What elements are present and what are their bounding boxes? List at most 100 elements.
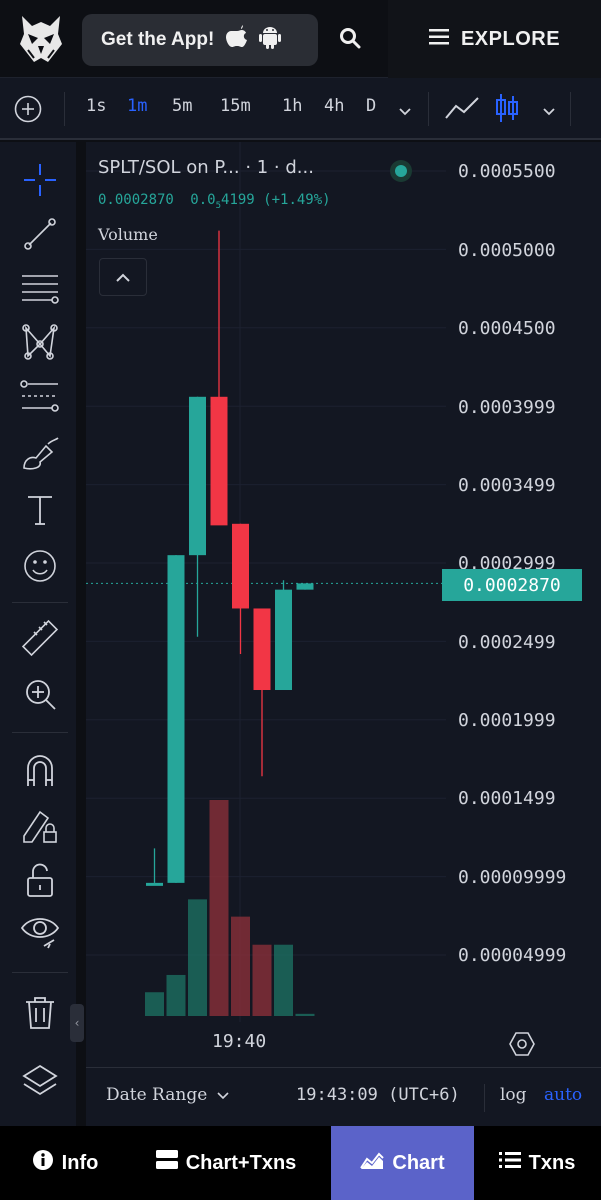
nav-chart-txns-label: Chart+Txns [185, 1151, 297, 1174]
text-tool-icon[interactable] [18, 488, 62, 532]
tools-divider [12, 602, 68, 603]
timeframe-4h[interactable]: 4h [324, 96, 344, 116]
timeframe-1s[interactable]: 1s [86, 96, 106, 116]
nav-info-label: Info [61, 1151, 99, 1174]
collapse-legend-button[interactable] [99, 258, 147, 296]
symbol-title[interactable]: SPLT/SOL on P... · 1 · d... [98, 157, 314, 178]
info-icon [32, 1149, 54, 1177]
zoom-in-icon[interactable] [18, 672, 62, 716]
candle-body [146, 882, 163, 886]
prediction-tool-icon[interactable] [18, 374, 62, 418]
eye-icon[interactable] [18, 910, 62, 954]
chevron-up-icon [115, 268, 131, 287]
volume-bar [209, 800, 229, 1016]
line-chart-icon[interactable] [444, 94, 480, 126]
footer-divider [484, 1084, 485, 1112]
nav-chart-label: Chart [392, 1151, 445, 1174]
price-tick: 0.0003999 [458, 397, 556, 418]
tools-divider [12, 972, 68, 973]
volume-bar [252, 944, 272, 1016]
collapse-toolbar-handle[interactable]: ‹ [70, 1004, 84, 1042]
candles-icon[interactable] [494, 92, 520, 128]
magnet-icon[interactable] [18, 748, 62, 792]
layers-icon[interactable] [18, 1060, 62, 1104]
candle-body [167, 555, 185, 883]
candlestick-chart[interactable] [86, 142, 601, 1067]
fib-retracement-tool-icon[interactable] [18, 266, 62, 310]
date-range-dropdown[interactable]: Date Range [106, 1085, 229, 1105]
time-tick: 19:40 [212, 1031, 267, 1052]
nav-chart-txns[interactable]: Chart+Txns [122, 1126, 330, 1200]
add-symbol-icon[interactable] [14, 95, 42, 127]
hamburger-icon [428, 28, 449, 51]
toolbar-divider [428, 92, 429, 126]
trend-line-tool-icon[interactable] [18, 212, 62, 256]
price-tick: 0.0002499 [458, 632, 556, 653]
candle-body [296, 583, 314, 590]
crosshair-tool-icon[interactable] [18, 158, 62, 202]
candle-body [275, 589, 292, 691]
nav-chart[interactable]: Chart [331, 1126, 474, 1200]
volume-label: Volume [98, 225, 158, 244]
legend-price: 0.0002870 [98, 192, 174, 208]
timeframe-d[interactable]: D [366, 96, 376, 116]
bottom-nav: Info Chart+Txns Chart Txns [0, 1126, 601, 1200]
get-app-label: Get the App! [101, 29, 215, 50]
price-tick: 0.0001999 [458, 710, 556, 731]
split-view-icon [155, 1150, 178, 1176]
chevron-down-icon [217, 1085, 229, 1105]
volume-bar [166, 974, 186, 1016]
explore-button[interactable]: EXPLORE [388, 0, 601, 78]
brush-tool-icon[interactable] [18, 432, 62, 476]
volume-bar [188, 899, 207, 1016]
timeframe-5m[interactable]: 5m [172, 96, 192, 116]
lock-drawing-icon[interactable] [18, 804, 62, 848]
candle-body [189, 396, 206, 556]
owl-logo-icon[interactable] [18, 14, 64, 64]
market-status-icon [390, 160, 412, 182]
date-range-label: Date Range [106, 1085, 208, 1105]
search-button[interactable] [330, 20, 370, 60]
timezone-clock[interactable]: 19:43:09 (UTC+6) [296, 1085, 460, 1105]
chart-settings-icon[interactable] [508, 1030, 536, 1058]
chart-type-chevron-down-icon[interactable] [542, 102, 556, 121]
explore-label: EXPLORE [460, 27, 561, 50]
price-tick: 0.0005000 [458, 240, 556, 261]
price-tick: 0.00004999 [458, 945, 567, 966]
candle-body [253, 608, 271, 691]
volume-bar [295, 1013, 315, 1016]
candle-body [210, 396, 228, 526]
timeframe-1m[interactable]: 1m [127, 96, 147, 116]
price-tick: 0.0005500 [458, 161, 556, 182]
log-scale-toggle[interactable]: log [500, 1085, 527, 1105]
area-chart-icon [360, 1150, 385, 1176]
nav-info[interactable]: Info [10, 1126, 120, 1200]
pattern-tool-icon[interactable] [18, 320, 62, 364]
timeframe-chevron-down-icon[interactable] [398, 102, 412, 121]
price-tick: 0.00009999 [458, 867, 567, 888]
legend-values: 0.0002870 0.054199 (+1.49%) [98, 192, 331, 211]
get-the-app-button[interactable]: Get the App! [82, 14, 318, 66]
list-icon [498, 1151, 521, 1175]
price-tick: 0.0004500 [458, 318, 556, 339]
volume-bar [231, 916, 250, 1016]
toolbar-divider [570, 92, 571, 126]
unlock-icon[interactable] [18, 858, 62, 902]
timeframe-1h[interactable]: 1h [282, 96, 302, 116]
top-header: Get the App! EXPLORE [0, 0, 601, 78]
trash-icon[interactable] [18, 990, 62, 1034]
current-price-label: 0.0002870 [442, 569, 582, 601]
tools-divider [12, 732, 68, 733]
apple-icon [226, 25, 248, 55]
nav-txns-label: Txns [528, 1151, 576, 1174]
timeframe-15m[interactable]: 15m [220, 96, 251, 116]
search-icon [339, 27, 361, 53]
emoji-tool-icon[interactable] [18, 544, 62, 588]
candle-body [232, 523, 249, 609]
toolbar-divider [64, 92, 65, 126]
nav-txns[interactable]: Txns [482, 1126, 592, 1200]
android-icon [258, 24, 282, 56]
chart-toolbar: 1s 1m 5m 15m 1h 4h D [0, 78, 601, 140]
ruler-icon[interactable] [18, 616, 62, 660]
auto-scale-toggle[interactable]: auto [544, 1085, 582, 1105]
